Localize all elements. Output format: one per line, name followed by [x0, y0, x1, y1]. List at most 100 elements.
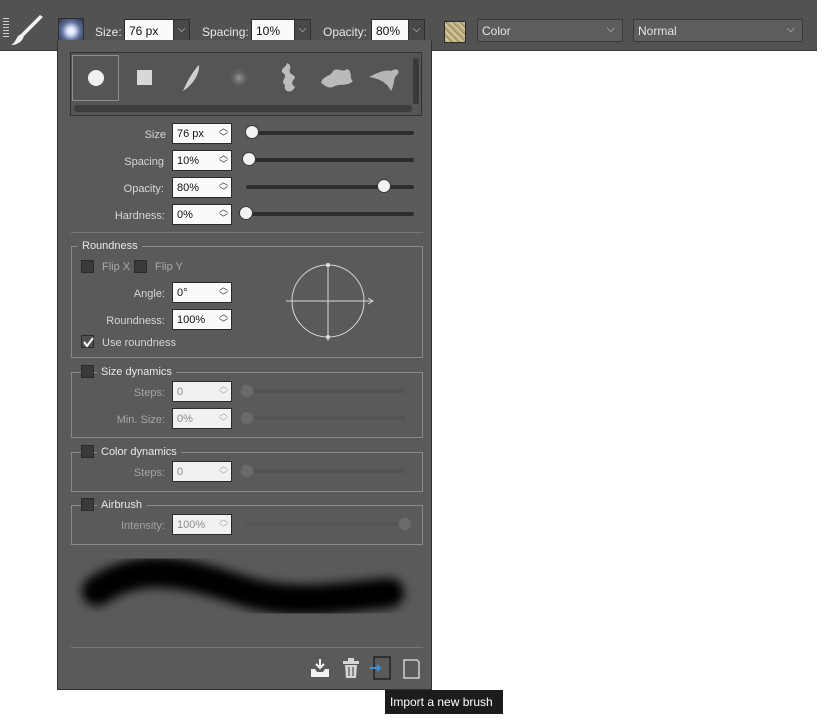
- spin-arrows-icon[interactable]: ︿ ﹀: [219, 409, 228, 427]
- spin-arrows-icon[interactable]: ︿ ﹀: [219, 310, 228, 328]
- import-brush-icon[interactable]: [369, 656, 393, 680]
- footer-divider: [71, 647, 423, 648]
- blend-mode-select[interactable]: Normal ⌵: [633, 19, 803, 42]
- size-dropdown-button[interactable]: ⌵: [173, 19, 190, 41]
- color-steps-slider-handle[interactable]: [240, 464, 254, 478]
- spacing-dropdown-button[interactable]: ⌵: [294, 19, 311, 41]
- flip-x-checkbox[interactable]: [81, 260, 94, 273]
- hardness-setting-spinbox[interactable]: 0% ︿ ﹀: [172, 204, 232, 225]
- color-steps-slider-track[interactable]: [246, 469, 406, 473]
- spin-arrows-icon[interactable]: ︿ ﹀: [219, 515, 228, 533]
- spin-arrows-icon[interactable]: ︿ ﹀: [219, 178, 228, 196]
- cloud-brush-icon: [321, 69, 353, 88]
- blend-mode-value: Normal: [638, 24, 677, 38]
- size-steps-slider-track[interactable]: [246, 389, 406, 393]
- opacity-setting-spinbox[interactable]: 80% ︿ ﹀: [172, 177, 232, 198]
- size-steps-slider-handle[interactable]: [240, 384, 254, 398]
- spin-arrows-icon[interactable]: ︿ ﹀: [219, 283, 228, 301]
- brush-stroke-preview: [82, 557, 404, 615]
- chevron-down-icon: ⌵: [412, 24, 421, 35]
- preset-vertical-scrollbar[interactable]: [413, 58, 419, 104]
- size-label: Size:: [95, 25, 122, 39]
- min-size-slider-handle[interactable]: [240, 411, 254, 425]
- opacity-setting-value: 80%: [177, 182, 200, 194]
- save-brush-icon[interactable]: [308, 656, 332, 680]
- min-size-spinbox[interactable]: 0% ︿ ﹀: [172, 408, 232, 429]
- size-steps-spinbox[interactable]: 0 ︿ ﹀: [172, 381, 232, 402]
- delete-brush-icon[interactable]: [339, 656, 363, 680]
- size-steps-value: 0: [177, 386, 184, 398]
- brush-preset-cloud[interactable]: [313, 55, 361, 101]
- color-steps-spinbox[interactable]: 0 ︿ ﹀: [172, 461, 232, 482]
- color-steps-label: Steps:: [133, 467, 165, 479]
- spin-arrows-icon[interactable]: ︿ ﹀: [219, 124, 228, 142]
- angle-spinbox[interactable]: 0° ︿ ﹀: [172, 282, 232, 303]
- roundness-spinbox[interactable]: 100% ︿ ﹀: [172, 309, 232, 330]
- spacing-field[interactable]: 10%: [251, 19, 295, 41]
- opacity-slider-handle[interactable]: [376, 179, 391, 193]
- size-slider-track[interactable]: [246, 131, 414, 135]
- brush-preset-smoke[interactable]: [265, 55, 313, 101]
- intensity-slider-track[interactable]: [246, 522, 406, 526]
- angle-roundness-dial[interactable]: [284, 261, 376, 343]
- size-dynamics-title: Size dynamics: [97, 366, 176, 378]
- hardness-slider-track[interactable]: [246, 212, 414, 216]
- chevron-down-icon: ⌵: [177, 24, 186, 35]
- color-dynamics-title: Color dynamics: [97, 446, 181, 458]
- opacity-dropdown-button[interactable]: ⌵: [408, 19, 425, 41]
- size-slider-handle[interactable]: [245, 125, 259, 139]
- size-field[interactable]: 76 px: [124, 19, 174, 41]
- intensity-label: Intensity:: [120, 520, 165, 532]
- chevron-down-icon: ⌵: [786, 23, 795, 35]
- intensity-slider-handle[interactable]: [398, 517, 412, 531]
- feather-brush-icon: [183, 65, 200, 91]
- flip-y-checkbox[interactable]: [134, 260, 147, 273]
- roundness-label: Roundness:: [106, 315, 165, 327]
- hardness-slider-handle[interactable]: [239, 206, 253, 220]
- size-setting-value: 76 px: [177, 128, 204, 140]
- min-size-slider-track[interactable]: [246, 416, 406, 420]
- airbrush-checkbox[interactable]: [81, 498, 94, 511]
- toolbar-grip-handle[interactable]: [3, 18, 9, 38]
- color-mode-select[interactable]: Color ⌵: [477, 19, 623, 42]
- use-roundness-label: Use roundness: [102, 337, 176, 349]
- spacing-slider-track[interactable]: [246, 158, 414, 162]
- use-roundness-checkbox[interactable]: [81, 335, 94, 348]
- spin-arrows-icon[interactable]: ︿ ﹀: [219, 151, 228, 169]
- brush-preset-soft-round[interactable]: [217, 55, 265, 101]
- texture-swatch[interactable]: [444, 21, 466, 43]
- spin-arrows-icon[interactable]: ︿ ﹀: [219, 205, 228, 223]
- new-brush-icon[interactable]: [399, 656, 423, 680]
- opacity-setting-label: Opacity:: [123, 183, 164, 195]
- brush-preset-splash[interactable]: [361, 55, 409, 101]
- min-size-label: Min. Size:: [116, 414, 165, 426]
- spacing-label: Spacing:: [202, 25, 249, 39]
- spin-arrows-icon[interactable]: ︿ ﹀: [219, 462, 228, 480]
- intensity-spinbox[interactable]: 100% ︿ ﹀: [172, 514, 232, 535]
- min-size-value: 0%: [177, 413, 193, 425]
- checkmark-icon: [83, 337, 94, 348]
- size-setting-spinbox[interactable]: 76 px ︿ ﹀: [172, 123, 232, 144]
- splash-brush-icon: [369, 69, 399, 91]
- color-dynamics-checkbox[interactable]: [81, 445, 94, 458]
- spacing-setting-spinbox[interactable]: 10% ︿ ﹀: [172, 150, 232, 171]
- spacing-setting-label: Spacing: [124, 156, 164, 168]
- preset-horizontal-scrollbar[interactable]: [74, 105, 412, 112]
- brush-preset-square[interactable]: [121, 55, 169, 101]
- round-brush-icon: [88, 70, 104, 86]
- flip-y-label: Flip Y: [155, 261, 183, 273]
- steps-label: Steps:: [133, 387, 165, 399]
- opacity-label: Opacity:: [323, 25, 368, 39]
- hardness-setting-label: Hardness:: [114, 210, 165, 222]
- size-dynamics-checkbox[interactable]: [81, 365, 94, 378]
- brush-preset-round[interactable]: [72, 55, 119, 101]
- spin-arrows-icon[interactable]: ︿ ﹀: [219, 382, 228, 400]
- smoke-brush-icon: [281, 63, 295, 92]
- section-divider: [71, 232, 423, 233]
- opacity-field[interactable]: 80%: [371, 19, 409, 41]
- color-steps-value: 0: [177, 466, 184, 478]
- paintbrush-icon[interactable]: [10, 12, 44, 48]
- square-brush-icon: [137, 70, 152, 85]
- brush-preset-feather[interactable]: [169, 55, 217, 101]
- spacing-slider-handle[interactable]: [242, 152, 256, 166]
